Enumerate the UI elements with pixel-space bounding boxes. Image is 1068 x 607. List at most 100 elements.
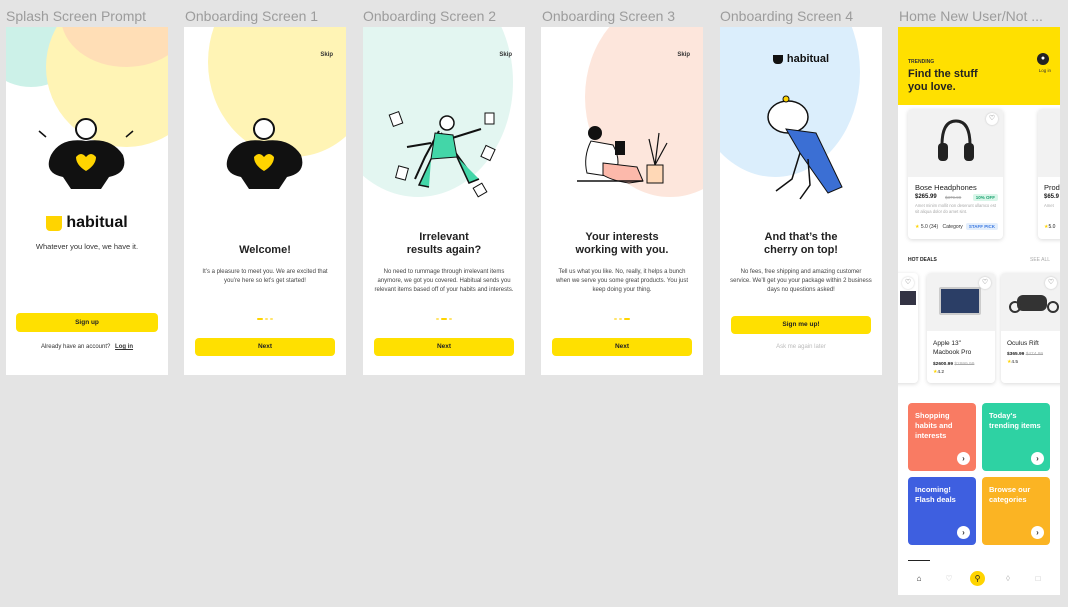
- category-label: Today's trending items: [989, 411, 1041, 430]
- splash-screen: habitual Whatever you love, we have it. …: [6, 27, 168, 375]
- deal-old-price: $2999.99: [954, 362, 975, 367]
- page-dot-active: [257, 318, 263, 320]
- headline-line-2: you love.: [908, 81, 956, 93]
- home-screen: TRENDING Find the stuff you love. ● Log …: [898, 27, 1060, 595]
- skip-button[interactable]: Skip: [320, 52, 333, 58]
- onboarding-title: Your interests working with you.: [541, 231, 703, 257]
- category-tile-flash-deals[interactable]: Incoming! Flash deals ›: [908, 477, 976, 545]
- tag-icon[interactable]: ◊: [1001, 574, 1015, 583]
- next-button[interactable]: Next: [374, 338, 514, 356]
- arrow-right-icon[interactable]: ›: [1031, 526, 1044, 539]
- onboarding-screen-2: Skip Irrelevant results again? No need t…: [363, 27, 525, 375]
- onboarding-screen-3: Skip Your interests working with you. Te…: [541, 27, 703, 375]
- arrow-right-icon[interactable]: ›: [957, 452, 970, 465]
- headline-line-1: Find the stuff: [908, 68, 978, 80]
- frame-label-onboarding-1: Onboarding Screen 1: [185, 8, 319, 24]
- deal-card[interactable]: ♡ Oculus Rift $365.99 $474.99 ★4.5: [1001, 273, 1060, 383]
- login-prompt: Already have an account? Log in: [6, 344, 168, 350]
- next-button[interactable]: Next: [552, 338, 692, 356]
- brand-name: habitual: [786, 53, 830, 65]
- tagline: Whatever you love, we have it.: [35, 242, 139, 251]
- favorite-heart-icon[interactable]: ♡: [979, 277, 991, 289]
- favorite-heart-icon[interactable]: ♡: [1045, 277, 1057, 289]
- deal-price: $365.99: [1007, 352, 1025, 357]
- rating-value: 5.0: [920, 224, 928, 230]
- frame-label-onboarding-2: Onboarding Screen 2: [363, 8, 497, 24]
- search-icon[interactable]: ⚲: [970, 571, 985, 586]
- ask-later-link[interactable]: Ask me again later: [720, 344, 882, 350]
- page-indicator: [184, 318, 346, 320]
- product-card-partial[interactable]: Prod $65.9 Amet ★5.0: [1038, 109, 1060, 239]
- frame-label-home: Home New User/Not ...: [899, 8, 1043, 24]
- product-card[interactable]: ♡ Bose Headphones $265.99 $379.99 10% OF…: [908, 109, 1003, 239]
- category-tile-trending[interactable]: Today's trending items ›: [982, 403, 1050, 471]
- deal-name: Apple 13" Macbook Pro: [933, 339, 971, 357]
- hug-illustration: [38, 118, 134, 189]
- laptop-image: [939, 287, 981, 315]
- onboarding-title: Welcome!: [239, 244, 291, 256]
- next-button[interactable]: Next: [195, 338, 335, 356]
- page-dot: [614, 318, 617, 320]
- frame-label-onboarding-3: Onboarding Screen 3: [542, 8, 676, 24]
- onboarding-body: It’s a pleasure to meet you. We are exci…: [202, 269, 328, 284]
- page-dot: [270, 318, 273, 320]
- brand-logo: habitual: [720, 53, 882, 65]
- page-dot: [265, 318, 268, 320]
- favorite-heart-icon[interactable]: ♡: [902, 277, 914, 289]
- page-dot: [436, 318, 439, 320]
- headline: Find the stuff you love.: [908, 68, 978, 94]
- deal-card-partial[interactable]: ♡: [898, 273, 918, 383]
- have-account-text: Already have an account?: [40, 344, 111, 350]
- arrow-right-icon[interactable]: ›: [1031, 452, 1044, 465]
- page-dot-active: [441, 318, 447, 320]
- product-price: $65.9: [1044, 194, 1060, 200]
- login-link[interactable]: Log in: [1039, 68, 1051, 73]
- user-icon[interactable]: ●: [1037, 53, 1049, 65]
- reading-person-illustration: [577, 126, 668, 184]
- onboarding-title: And that’s the cherry on top!: [720, 231, 882, 257]
- onboarding-body: No fees, free shipping and amazing custo…: [730, 269, 872, 293]
- frame-label-splash: Splash Screen Prompt: [6, 8, 147, 24]
- category-tile-habits[interactable]: Shopping habits and interests ›: [908, 403, 976, 471]
- bag-icon[interactable]: □: [1031, 574, 1045, 583]
- juggling-papers-illustration: [388, 111, 496, 198]
- deal-name-line-2: Macbook Pro: [933, 349, 972, 356]
- signup-button[interactable]: Sign me up!: [731, 316, 871, 334]
- favorite-heart-icon[interactable]: ♡: [986, 113, 998, 125]
- login-link[interactable]: Log in: [115, 344, 133, 350]
- deal-card[interactable]: ♡ Apple 13" Macbook Pro $2600.99 $2999.9…: [927, 273, 995, 383]
- page-dot-active: [624, 318, 630, 320]
- heart-icon[interactable]: ♡: [942, 574, 956, 583]
- category-label: Browse our categories: [989, 485, 1031, 504]
- see-all-link[interactable]: SEE ALL: [1030, 257, 1050, 263]
- brand-logo: habitual: [6, 214, 168, 232]
- arrow-right-icon[interactable]: ›: [957, 526, 970, 539]
- bag-logo-icon: [46, 215, 63, 231]
- page-indicator: [363, 318, 525, 320]
- rating-value: 5.0: [1048, 224, 1056, 230]
- skip-button[interactable]: Skip: [677, 52, 690, 58]
- signup-button[interactable]: Sign up: [16, 313, 158, 332]
- deal-price-row: $365.99 $474.99: [1007, 352, 1043, 357]
- staff-pick-badge: STAFF PICK: [965, 223, 998, 230]
- deal-price: $2600.99: [933, 362, 954, 367]
- deal-price-row: $2600.99 $2999.99: [933, 362, 974, 367]
- home-icon[interactable]: ⌂: [912, 574, 926, 583]
- product-price: $265.99: [915, 194, 937, 200]
- product-name: Bose Headphones: [915, 183, 977, 192]
- skip-button[interactable]: Skip: [499, 52, 512, 58]
- onboarding-title: Irrelevant results again?: [363, 231, 525, 257]
- review-count: (34): [929, 224, 939, 230]
- vr-headset-image: [1009, 295, 1059, 313]
- title-line-2: cherry on top!: [764, 244, 838, 256]
- deal-name: Oculus Rift: [1007, 340, 1039, 347]
- onboarding-body: No need to rummage through irrelevant it…: [374, 269, 514, 293]
- product-description: Amet: [1044, 203, 1054, 208]
- title-line-2: working with you.: [575, 244, 669, 256]
- page-indicator: [541, 318, 703, 320]
- category-tile-browse[interactable]: Browse our categories ›: [982, 477, 1050, 545]
- page-dot: [449, 318, 452, 320]
- product-image: [900, 291, 916, 305]
- bag-logo-icon: [772, 54, 783, 64]
- page-dot: [619, 318, 622, 320]
